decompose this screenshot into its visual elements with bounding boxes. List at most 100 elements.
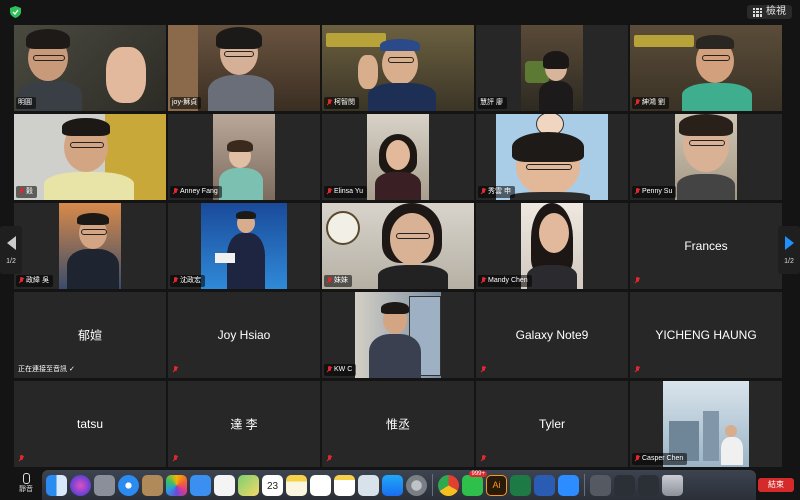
participant-name-label: 妹妹 <box>324 275 352 287</box>
zoom-icon[interactable] <box>558 474 579 496</box>
numbers-icon[interactable] <box>310 474 331 496</box>
mac-dock: 23 999+ Ai <box>42 470 756 500</box>
word-icon[interactable] <box>534 474 555 496</box>
participant-name-center: Galaxy Note9 <box>515 328 589 342</box>
participant-tile[interactable]: KW C <box>322 292 474 378</box>
mute-button[interactable]: 靜音 <box>16 473 36 494</box>
participant-name-label <box>170 453 182 465</box>
participant-name-center: Tyler <box>538 417 565 431</box>
participant-tile[interactable]: Galaxy Note9 <box>476 292 628 378</box>
mic-muted-icon <box>634 277 640 285</box>
participant-tile[interactable]: Joy Hsiao <box>168 292 320 378</box>
participant-name-label: joy-穌貞 <box>170 97 202 109</box>
participant-tile[interactable]: Anney Fang <box>168 114 320 200</box>
arrow-right-icon <box>784 235 794 250</box>
arrow-left-icon <box>6 235 16 250</box>
participant-tile[interactable]: 紳鴻 劉 <box>630 25 782 111</box>
reminders-icon[interactable] <box>214 474 235 496</box>
mic-muted-icon <box>634 455 640 463</box>
notes-icon[interactable] <box>286 474 307 496</box>
settings-icon[interactable] <box>406 474 427 496</box>
safari-icon[interactable] <box>118 474 139 496</box>
participant-name-label: 柯智閔 <box>324 97 359 109</box>
participant-tile[interactable]: 惟丞 <box>322 381 474 467</box>
previous-page-button[interactable]: 1/2 <box>0 226 22 274</box>
participant-tile[interactable]: joy-穌貞 <box>168 25 320 111</box>
participant-name-label: KW C <box>324 364 357 376</box>
line-icon[interactable]: 999+ <box>462 470 487 496</box>
photos-icon[interactable] <box>166 474 187 496</box>
participant-name-center: Joy Hsiao <box>217 328 271 342</box>
participant-name-center: tatsu <box>76 417 103 431</box>
page-indicator-left: 1/2 <box>6 257 16 265</box>
mic-muted-icon <box>18 455 24 463</box>
participant-tile[interactable]: 妹妹 <box>322 203 474 289</box>
participant-video <box>213 114 275 200</box>
participant-tile[interactable]: 慧評 廖 <box>476 25 628 111</box>
participant-name-center: 惟丞 <box>385 417 410 432</box>
participant-name-label: Anney Fang <box>170 186 222 198</box>
participant-video <box>59 203 121 289</box>
end-meeting-button[interactable]: 結束 <box>758 478 794 492</box>
notes2-icon[interactable] <box>334 474 355 496</box>
participant-tile[interactable]: Penny Su <box>630 114 782 200</box>
participant-tile[interactable]: 達 李 <box>168 381 320 467</box>
view-button[interactable]: 檢視 <box>747 5 792 19</box>
calendar-day: 23 <box>266 480 279 492</box>
participant-tile[interactable]: 明圓 <box>14 25 166 111</box>
chrome-icon[interactable] <box>438 474 459 496</box>
participant-tile[interactable]: 柯智閔 <box>322 25 474 111</box>
participant-tile[interactable]: 政緯 吳 <box>14 203 166 289</box>
mute-label: 靜音 <box>19 486 33 493</box>
siri-icon[interactable] <box>70 474 91 496</box>
illustrator-icon[interactable]: Ai <box>486 474 507 496</box>
calendar-icon[interactable]: 23 <box>262 474 283 496</box>
participant-name-label: 沈政宏 <box>170 275 205 287</box>
mic-muted-icon <box>172 366 178 374</box>
contacts-icon[interactable] <box>142 474 163 496</box>
mic-muted-icon <box>480 277 486 285</box>
participant-tile[interactable]: Casper Chen <box>630 381 782 467</box>
security-shield-icon[interactable] <box>10 6 21 18</box>
participant-name-label: 紳鴻 劉 <box>632 97 669 109</box>
participant-name-label <box>632 275 644 287</box>
launchpad-icon[interactable] <box>94 474 115 496</box>
appstore-icon[interactable] <box>382 474 403 496</box>
next-page-button[interactable]: 1/2 <box>778 226 800 274</box>
finder-icon[interactable] <box>46 474 67 496</box>
participant-tile[interactable]: Elinsa Yu <box>322 114 474 200</box>
participant-name-label <box>478 453 490 465</box>
participant-video <box>201 203 287 289</box>
participant-tile[interactable]: 沈政宏 <box>168 203 320 289</box>
participant-name-center: 達 李 <box>230 417 258 432</box>
participant-name-label: 政緯 吳 <box>16 275 53 287</box>
participant-name-label: Mandy Chen <box>478 275 532 287</box>
preview-icon[interactable] <box>358 474 379 496</box>
participant-tile[interactable]: Frances <box>630 203 782 289</box>
participant-tile[interactable]: YICHENG HAUNG <box>630 292 782 378</box>
mic-muted-icon <box>480 366 486 374</box>
participant-status-label: 正在連接至音訊 ✓ <box>18 366 75 373</box>
window3-icon[interactable] <box>638 474 659 496</box>
excel-icon[interactable] <box>510 474 531 496</box>
mic-muted-icon <box>480 188 486 196</box>
mic-muted-icon <box>326 277 332 285</box>
participant-tile[interactable]: 郁媗 正在連接至音訊 ✓ <box>14 292 166 378</box>
trash-icon[interactable] <box>662 474 683 496</box>
participant-tile[interactable]: Mandy Chen <box>476 203 628 289</box>
participant-tile[interactable]: Tyler <box>476 381 628 467</box>
participant-name-label: 慧評 廖 <box>478 97 507 109</box>
window-icon[interactable] <box>590 474 611 496</box>
mail-icon[interactable] <box>190 474 211 496</box>
participant-tile[interactable]: 秀雲 申 <box>476 114 628 200</box>
participant-tile[interactable]: 穀 <box>14 114 166 200</box>
participant-tile[interactable]: tatsu <box>14 381 166 467</box>
participant-name-center: YICHENG HAUNG <box>655 328 757 342</box>
mic-muted-icon <box>18 277 24 285</box>
participant-video <box>521 25 583 111</box>
maps-icon[interactable] <box>238 474 259 496</box>
mic-muted-icon <box>634 188 640 196</box>
mic-muted-icon <box>172 188 178 196</box>
window2-icon[interactable] <box>614 474 635 496</box>
participant-video <box>14 25 166 111</box>
